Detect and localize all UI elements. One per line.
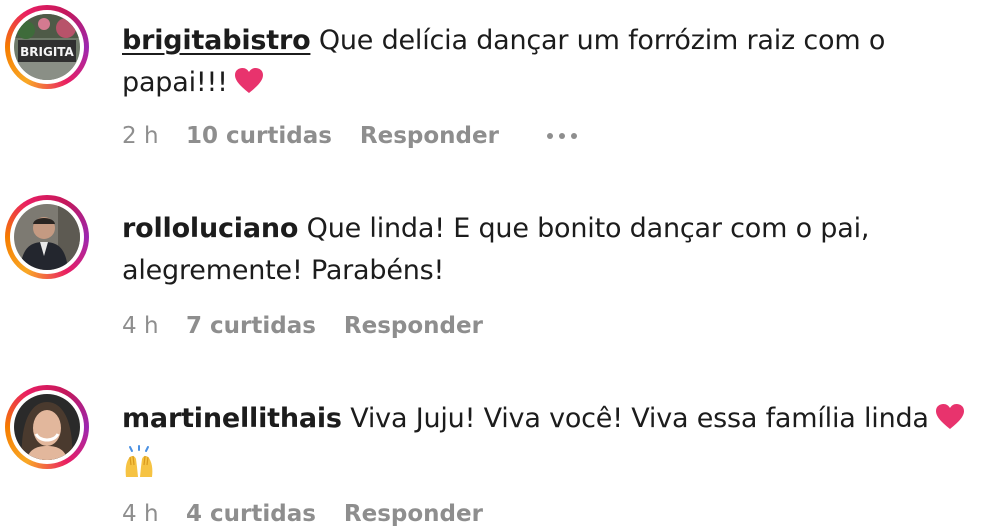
comment-username[interactable]: brigitabistro (122, 25, 311, 56)
avatar: BRIGITA (14, 14, 80, 80)
avatar-story-ring[interactable] (5, 385, 89, 469)
more-options-icon[interactable] (546, 133, 577, 139)
heart-icon (935, 402, 965, 444)
likes-count-button[interactable]: 4 curtidas (186, 501, 316, 527)
raising-hands-icon (122, 445, 156, 492)
comment-username[interactable]: rolloluciano (122, 213, 298, 244)
reply-button[interactable]: Responder (360, 123, 499, 149)
comment-body-line1: Que linda! E que bonito dançar com o pai… (306, 213, 870, 244)
comment-body-line2: alegremente! Parabéns! (122, 255, 445, 286)
comment-body-line1: Que delícia dançar um forrózim raiz com … (318, 25, 886, 56)
comment-timestamp: 4 h (122, 501, 159, 527)
reply-button[interactable]: Responder (344, 313, 483, 339)
comment-meta: 4 h 4 curtidas Responder (122, 498, 483, 530)
comment-item: rolloluciano Que linda! E que bonito dan… (0, 190, 984, 360)
comment-text: brigitabistro Que delícia dançar um forr… (122, 20, 982, 108)
comment-meta: 4 h 7 curtidas Responder (122, 310, 483, 342)
likes-count-button[interactable]: 10 curtidas (186, 123, 332, 149)
avatar-sign-text: BRIGITA (20, 45, 74, 59)
comment-body-line2: papai!!! (122, 67, 228, 98)
comment-timestamp: 2 h (122, 123, 159, 149)
comment-text: rolloluciano Que linda! E que bonito dan… (122, 208, 982, 292)
avatar (14, 394, 80, 460)
reply-button[interactable]: Responder (344, 501, 483, 527)
comment-timestamp: 4 h (122, 313, 159, 339)
comment-item: BRIGITA brigitabistro Que delícia dançar… (0, 0, 984, 180)
avatar-story-ring[interactable] (5, 195, 89, 279)
avatar (14, 204, 80, 270)
comment-meta: 2 h 10 curtidas Responder (122, 120, 577, 152)
heart-icon (234, 66, 264, 108)
comment-body-line1: Viva Juju! Viva você! Viva essa família … (350, 403, 929, 434)
comment-item: martinellithais Viva Juju! Viva você! Vi… (0, 380, 984, 532)
comment-username[interactable]: martinellithais (122, 403, 342, 434)
avatar-story-ring[interactable]: BRIGITA (5, 5, 89, 89)
likes-count-button[interactable]: 7 curtidas (186, 313, 316, 339)
comment-text: martinellithais Viva Juju! Viva você! Vi… (122, 398, 982, 492)
